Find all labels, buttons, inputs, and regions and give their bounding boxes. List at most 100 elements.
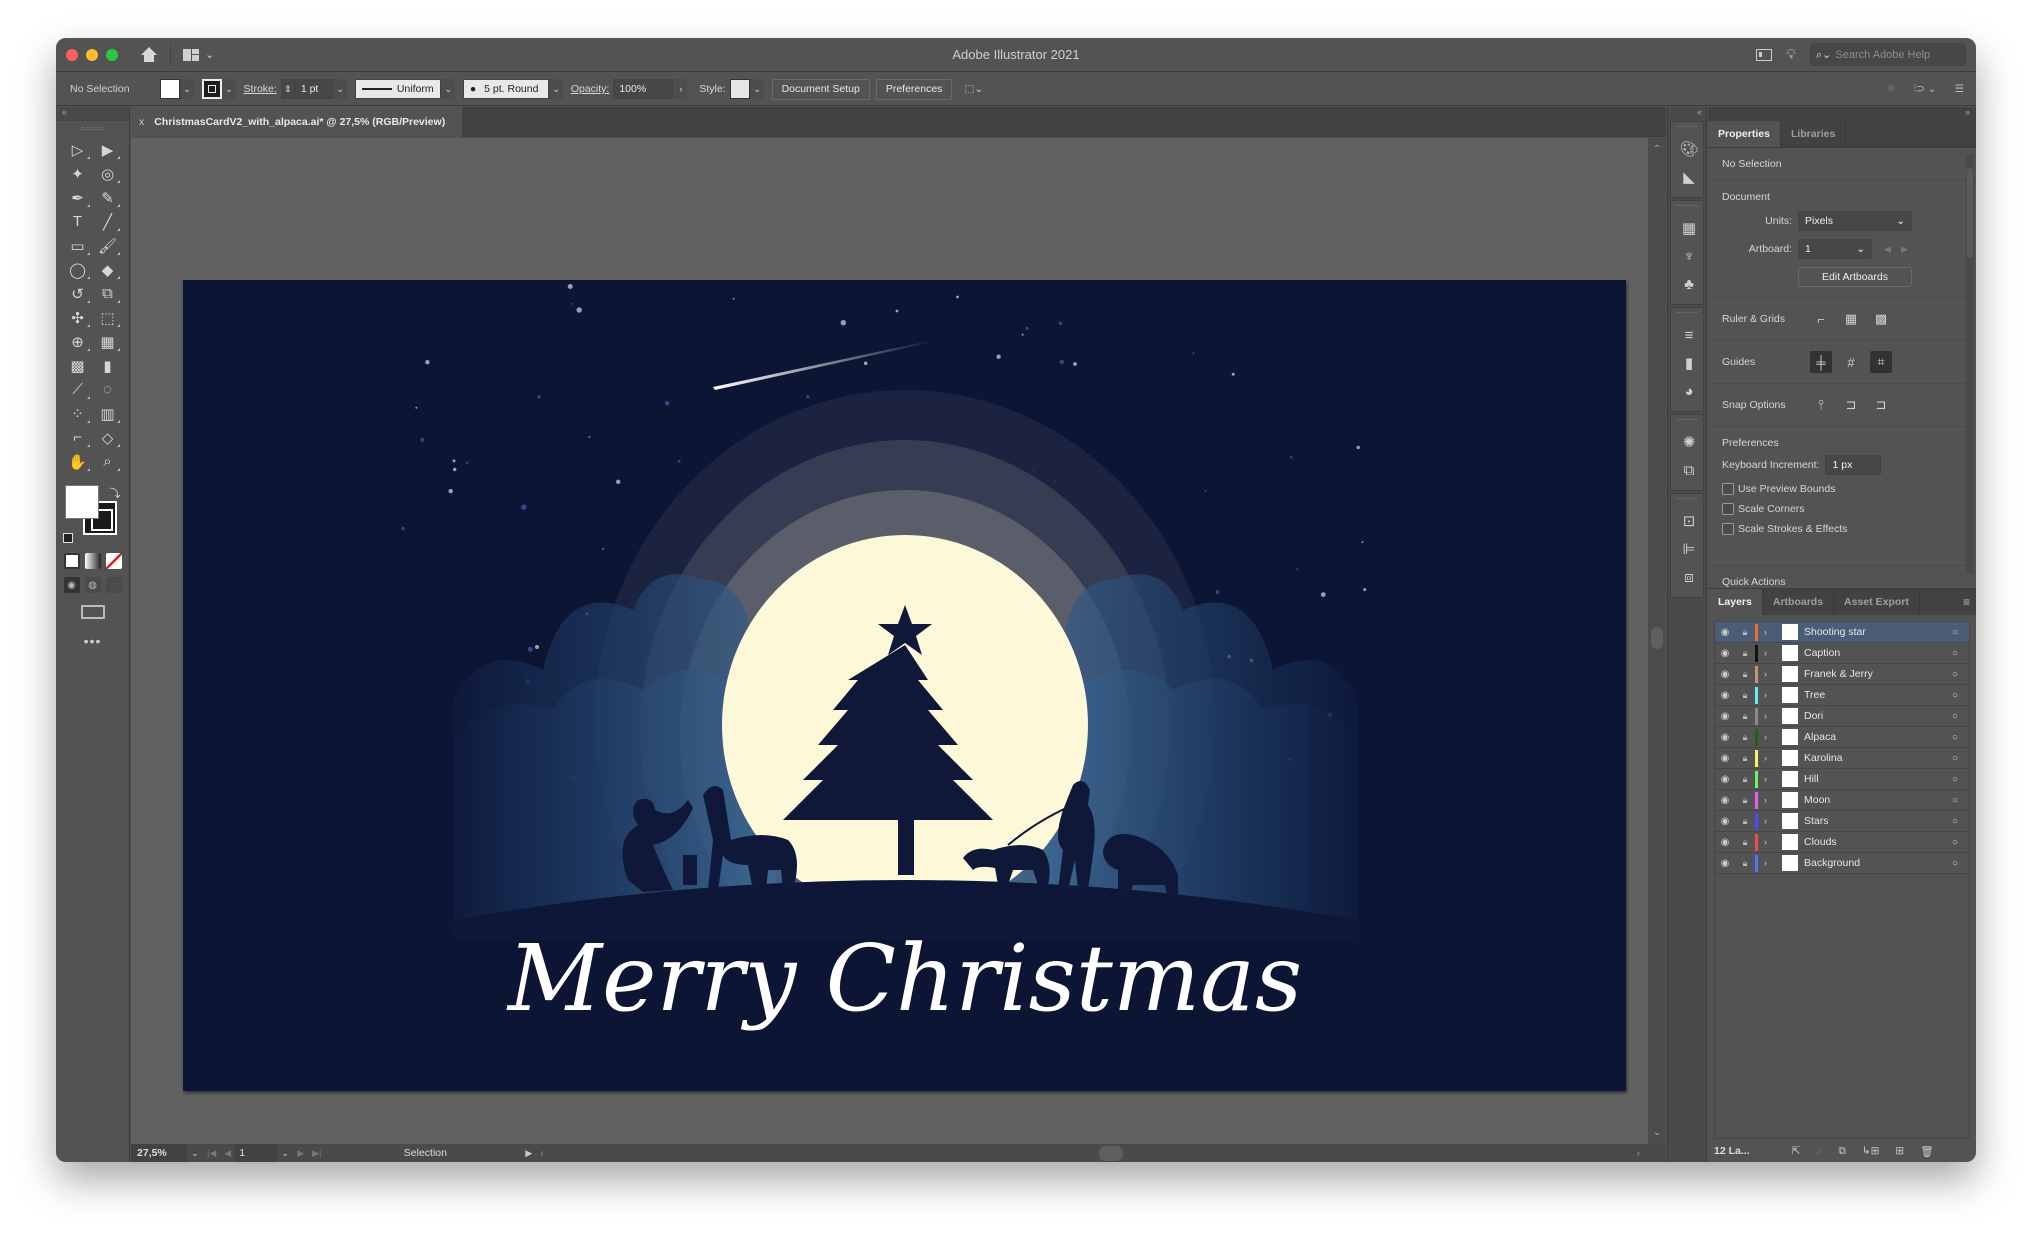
layer-name[interactable]: Tree	[1804, 689, 1941, 701]
document-setup-button[interactable]: Document Setup	[771, 78, 870, 100]
swatches-icon[interactable]: ▦	[1671, 214, 1707, 242]
layer-row[interactable]: ◉ 🔒︎ › Moon ○	[1715, 790, 1969, 811]
stroke-color-control[interactable]: ⌄	[201, 79, 236, 99]
draw-normal-icon[interactable]: ◉	[63, 577, 80, 593]
curvature-tool[interactable]: ✎	[93, 188, 123, 207]
layer-name[interactable]: Karolina	[1804, 752, 1941, 764]
target-circle-icon[interactable]: ○	[1941, 837, 1969, 848]
zoom-window-button[interactable]	[106, 48, 118, 61]
direct-selection-tool[interactable]: ▶	[93, 140, 123, 159]
color-guide-icon[interactable]: ◣	[1671, 163, 1707, 191]
vertical-scroll-thumb[interactable]	[1651, 627, 1663, 649]
visibility-eye-icon[interactable]: ◉	[1715, 816, 1735, 827]
screen-mode-icon[interactable]	[80, 605, 105, 619]
scroll-up-icon[interactable]: ⌃	[1648, 144, 1666, 155]
lock-guides-icon[interactable]: #	[1840, 351, 1862, 373]
brush-definition[interactable]: ● 5 pt. Round	[462, 79, 549, 99]
lock-icon[interactable]: 🔒︎	[1735, 690, 1755, 701]
target-circle-icon[interactable]: ○	[1941, 753, 1969, 764]
scroll-down-icon[interactable]: ⌄	[1648, 1127, 1666, 1138]
stroke-panel-icon[interactable]: ≡	[1671, 321, 1707, 349]
lock-icon[interactable]: 🔒︎	[1735, 795, 1755, 806]
artboard[interactable]: Merry Christmas	[183, 280, 1626, 1091]
lock-icon[interactable]: 🔒︎	[1735, 837, 1755, 848]
panel-menu-icon[interactable]: ≡	[1963, 595, 1970, 609]
target-circle-icon[interactable]: ○	[1941, 648, 1969, 659]
draw-behind-icon[interactable]: ◍	[84, 577, 101, 593]
lock-icon[interactable]: 🔒︎	[1735, 711, 1755, 722]
rectangle-tool[interactable]: ▭	[63, 236, 93, 255]
pen-tool[interactable]: ✒	[63, 188, 93, 207]
export-icon[interactable]: ⇱	[1792, 1145, 1801, 1158]
color-palette-icon[interactable]: 🎨︎	[1671, 135, 1707, 163]
draw-inside-icon[interactable]: ◌	[105, 577, 122, 593]
show-guides-icon[interactable]: ╪	[1810, 351, 1832, 373]
snap-to-grid-icon[interactable]: ⊐	[1840, 394, 1862, 416]
layer-row[interactable]: ◉ 🔒︎ › Shooting star ○	[1715, 622, 1969, 643]
brushes-icon[interactable]: ♆	[1671, 242, 1707, 270]
minimize-window-button[interactable]	[86, 48, 98, 61]
visibility-eye-icon[interactable]: ◉	[1715, 690, 1735, 701]
scroll-right-icon[interactable]: ›	[1637, 1147, 1641, 1159]
expand-chevron-icon[interactable]: ›	[1764, 627, 1778, 637]
pathfinder-icon[interactable]: ⧈	[1671, 563, 1707, 591]
expand-chevron-icon[interactable]: ›	[1764, 690, 1778, 700]
lasso-tool[interactable]: ◎	[93, 164, 123, 183]
gradient-panel-icon[interactable]: ▮	[1671, 349, 1707, 377]
chevron-down-icon[interactable]: ⌄	[179, 79, 194, 99]
expand-chevron-icon[interactable]: ›	[1764, 711, 1778, 721]
visibility-eye-icon[interactable]: ◉	[1715, 795, 1735, 806]
scale-strokes-effects-checkbox[interactable]: Scale Strokes & Effects	[1722, 523, 1962, 535]
new-layer-icon[interactable]: ⊞	[1895, 1145, 1904, 1158]
grid-icon[interactable]: ▦	[1840, 308, 1862, 330]
layer-row[interactable]: ◉ 🔒︎ › Alpaca ○	[1715, 727, 1969, 748]
visibility-eye-icon[interactable]: ◉	[1715, 753, 1735, 764]
units-dropdown[interactable]: Pixels ⌄	[1798, 211, 1912, 231]
opacity-label[interactable]: Opacity:	[571, 83, 610, 95]
shape-builder-tool[interactable]: ⊕	[63, 332, 93, 351]
visibility-eye-icon[interactable]: ◉	[1715, 669, 1735, 680]
chevron-down-icon[interactable]: ⌄	[221, 79, 236, 99]
layer-name[interactable]: Clouds	[1804, 836, 1941, 848]
blend-tool[interactable]: ◌	[93, 380, 123, 399]
expand-chevron-icon[interactable]: ›	[1764, 648, 1778, 658]
column-graph-tool[interactable]: ▥	[93, 404, 123, 423]
align-icon[interactable]: ⊫	[1671, 535, 1707, 563]
expand-chevron-icon[interactable]: ›	[1764, 858, 1778, 868]
tab-asset-export[interactable]: Asset Export	[1834, 589, 1920, 615]
rotate-tool[interactable]: ↺	[63, 284, 93, 303]
layer-row[interactable]: ◉ 🔒︎ › Franek & Jerry ○	[1715, 664, 1969, 685]
keyboard-increment-field[interactable]: 1 px	[1825, 455, 1882, 475]
smart-guides-icon[interactable]: ⌗	[1870, 351, 1892, 373]
layer-name[interactable]: Alpaca	[1804, 731, 1941, 743]
collapse-panels-button[interactable]: »	[1708, 107, 1976, 121]
zoom-tool[interactable]: ⌕	[93, 452, 123, 471]
ruler-icon[interactable]: ⌐	[1810, 308, 1832, 330]
chevron-right-icon[interactable]: ›	[673, 79, 688, 99]
target-circle-icon[interactable]: ○	[1941, 816, 1969, 827]
prev-artboard-icon[interactable]: ◀	[1884, 244, 1891, 255]
target-circle-icon[interactable]: ○	[1941, 795, 1969, 806]
gradient-mode-button[interactable]	[84, 553, 101, 569]
lock-icon[interactable]: 🔒︎	[1735, 648, 1755, 659]
type-tool[interactable]: T	[63, 212, 93, 231]
tab-layers[interactable]: Layers	[1708, 589, 1763, 615]
layer-row[interactable]: ◉ 🔒︎ › Caption ○	[1715, 643, 1969, 664]
eyedropper-tool[interactable]: ⟋	[63, 380, 93, 399]
expand-chevron-icon[interactable]: ›	[1764, 816, 1778, 826]
snap-to-pixel-icon[interactable]: ⊐	[1870, 394, 1892, 416]
last-artboard-icon[interactable]: ▶|	[308, 1148, 325, 1159]
new-sublayer-icon[interactable]: ↳⊞	[1862, 1145, 1880, 1158]
next-artboard-icon[interactable]: ▶	[1901, 244, 1908, 255]
layer-name[interactable]: Background	[1804, 857, 1941, 869]
artboard-tool[interactable]: ⌐	[63, 428, 93, 447]
transform-icon[interactable]: ⊡	[1671, 507, 1707, 535]
properties-scrollbar[interactable]	[1966, 154, 1974, 574]
expand-chevron-icon[interactable]: ›	[1764, 669, 1778, 679]
control-bar-menu-icon[interactable]: ☰	[1955, 83, 1964, 95]
fill-swatch[interactable]	[159, 79, 180, 99]
selection-tool[interactable]: ▷	[63, 140, 93, 159]
chevron-down-icon[interactable]: ⌄	[440, 79, 455, 99]
layer-name[interactable]: Caption	[1804, 647, 1941, 659]
chevron-down-icon[interactable]: ⌄	[749, 79, 764, 99]
